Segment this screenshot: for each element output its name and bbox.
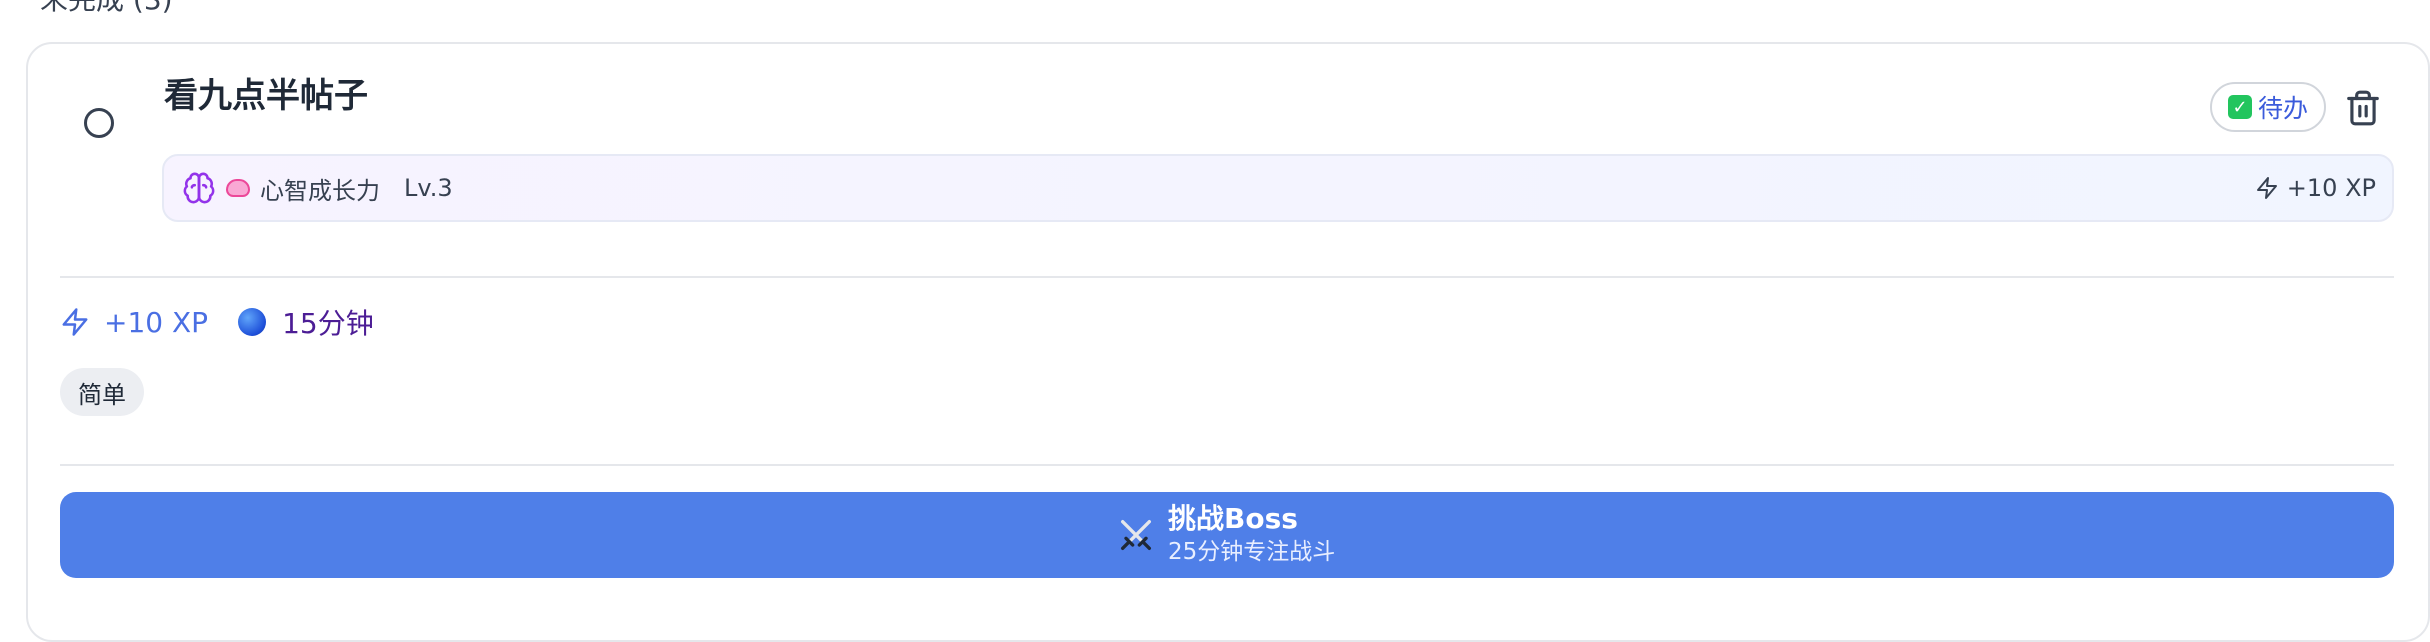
duration: 15分钟 xyxy=(238,302,374,342)
delete-button[interactable] xyxy=(2344,88,2382,128)
lightning-icon xyxy=(2256,177,2277,199)
complete-checkbox[interactable] xyxy=(84,108,114,138)
boss-button-subtitle: 25分钟专注战斗 xyxy=(1168,539,1336,565)
status-label: 待办 xyxy=(2258,94,2309,123)
lightning-icon xyxy=(62,308,88,336)
trash-icon xyxy=(2347,90,2379,126)
brain-emoji-icon xyxy=(226,179,250,197)
duration-value: 15分钟 xyxy=(282,307,374,340)
task-meta: +10 XP 15分钟 xyxy=(60,302,374,342)
status-badge[interactable]: ✓ 待办 xyxy=(2210,82,2327,132)
boss-button-title: 挑战Boss xyxy=(1168,502,1298,535)
skill-name: 心智成长力 xyxy=(260,176,380,205)
xp-value: +10 XP xyxy=(104,305,209,339)
crossed-swords-icon xyxy=(1121,520,1151,550)
skill-info: 心智成长力 Lv.3 xyxy=(182,156,453,220)
blue-circle-icon xyxy=(238,308,267,336)
divider xyxy=(60,276,2394,278)
skill-xp-value: +10 XP xyxy=(2286,174,2376,202)
xp-reward: +10 XP xyxy=(60,306,208,339)
skill-xp: +10 XP xyxy=(2255,156,2376,220)
difficulty-badge: 简单 xyxy=(60,368,144,416)
task-title: 看九点半帖子 xyxy=(164,76,368,116)
brain-icon xyxy=(183,172,215,204)
challenge-boss-button[interactable]: 挑战Boss 25分钟专注战斗 xyxy=(60,492,2394,578)
section-title: 未完成 (3) xyxy=(40,0,173,14)
skill-bar: 心智成长力 Lv.3 +10 XP xyxy=(162,154,2394,222)
skill-level: Lv.3 xyxy=(404,174,453,202)
check-icon: ✓ xyxy=(2228,95,2252,119)
divider xyxy=(60,464,2394,466)
